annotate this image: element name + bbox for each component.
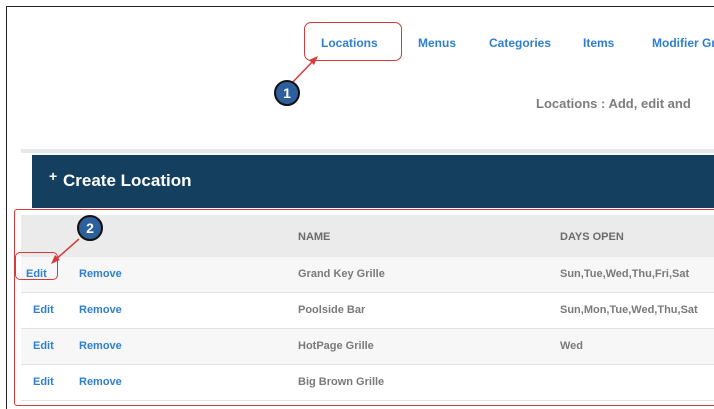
arrow-line-2 bbox=[53, 238, 80, 262]
annotation-badge-1: 1 bbox=[274, 80, 300, 106]
annotation-arrows bbox=[51, 56, 318, 264]
app-window: Locations Menus Categories Items Modifie… bbox=[6, 6, 714, 409]
annotation-badge-2: 2 bbox=[77, 215, 103, 241]
